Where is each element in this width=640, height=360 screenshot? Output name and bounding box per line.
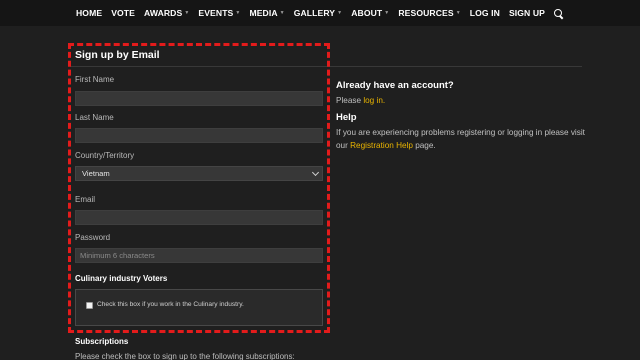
- nav-item-signup[interactable]: SIGN UP: [509, 8, 545, 18]
- nav-item-awards[interactable]: AWARDS ▼: [144, 8, 189, 18]
- form-title: Sign up by Email: [75, 49, 160, 61]
- account-prefix: Please: [336, 96, 364, 105]
- nav-label: EVENTS: [198, 8, 234, 18]
- subscriptions-text: Please check the box to sign up to the f…: [75, 352, 295, 360]
- culinary-checkbox[interactable]: [86, 302, 93, 309]
- voters-box: Check this box if you work in the Culina…: [75, 289, 323, 326]
- nav-item-home[interactable]: HOME: [76, 8, 102, 18]
- nav-item-about[interactable]: ABOUT ▼: [351, 8, 389, 18]
- nav-label: VOTE: [111, 8, 135, 18]
- help-suffix: page.: [412, 141, 436, 150]
- password-label: Password: [75, 233, 111, 242]
- first-name-field[interactable]: [75, 91, 323, 106]
- nav-menu: HOME VOTE AWARDS ▼ EVENTS ▼ MEDIA ▼ GALLERY…: [76, 0, 563, 26]
- chevron-down-icon: ▼: [337, 10, 343, 16]
- nav-label: MEDIA: [249, 8, 278, 18]
- nav-label: AWARDS: [144, 8, 183, 18]
- email-field[interactable]: [75, 210, 323, 225]
- chevron-down-icon: ▼: [279, 10, 285, 16]
- country-selected-value: Vietnam: [82, 169, 110, 178]
- chevron-down-icon: ▼: [184, 10, 190, 16]
- nav-item-vote[interactable]: VOTE: [111, 8, 135, 18]
- search-icon[interactable]: [554, 8, 563, 18]
- email-label: Email: [75, 195, 96, 204]
- country-label: Country/Territory: [75, 151, 135, 160]
- nav-item-resources[interactable]: RESOURCES ▼: [398, 8, 460, 18]
- voters-heading: Culinary industry Voters: [75, 274, 168, 283]
- help-text: If you are experiencing problems registe…: [336, 126, 586, 152]
- subscriptions-heading: Subscriptions: [75, 337, 129, 346]
- culinary-checkbox-label[interactable]: Check this box if you work in the Culina…: [97, 301, 244, 308]
- nav-item-media[interactable]: MEDIA ▼: [249, 8, 284, 18]
- top-navbar: HOME VOTE AWARDS ▼ EVENTS ▼ MEDIA ▼ GALLERY…: [0, 0, 640, 26]
- chevron-down-icon: ▼: [235, 10, 241, 16]
- nav-item-events[interactable]: EVENTS ▼: [198, 8, 240, 18]
- nav-label: RESOURCES: [398, 8, 454, 18]
- password-field[interactable]: Minimum 6 characters: [75, 248, 323, 263]
- nav-label: HOME: [76, 8, 103, 18]
- country-select[interactable]: Vietnam: [75, 166, 323, 181]
- account-text: Please log in.: [336, 94, 385, 107]
- password-placeholder: Minimum 6 characters: [80, 251, 155, 260]
- nav-label: SIGN UP: [508, 8, 545, 18]
- chevron-down-icon: ▼: [455, 10, 461, 16]
- chevron-down-icon: [311, 168, 320, 177]
- nav-label: ABOUT: [351, 8, 383, 18]
- last-name-field[interactable]: [75, 128, 323, 143]
- chevron-down-icon: ▼: [384, 10, 390, 16]
- nav-label: LOG IN: [469, 8, 500, 18]
- login-link[interactable]: log in.: [363, 96, 385, 105]
- nav-item-gallery[interactable]: GALLERY ▼: [294, 8, 343, 18]
- nav-label: GALLERY: [293, 8, 336, 18]
- help-title: Help: [336, 112, 357, 123]
- nav-item-login[interactable]: LOG IN: [470, 8, 500, 18]
- registration-help-link[interactable]: Registration Help: [350, 141, 413, 150]
- account-title: Already have an account?: [336, 80, 454, 91]
- first-name-label: First Name: [75, 75, 115, 84]
- last-name-label: Last Name: [75, 113, 114, 122]
